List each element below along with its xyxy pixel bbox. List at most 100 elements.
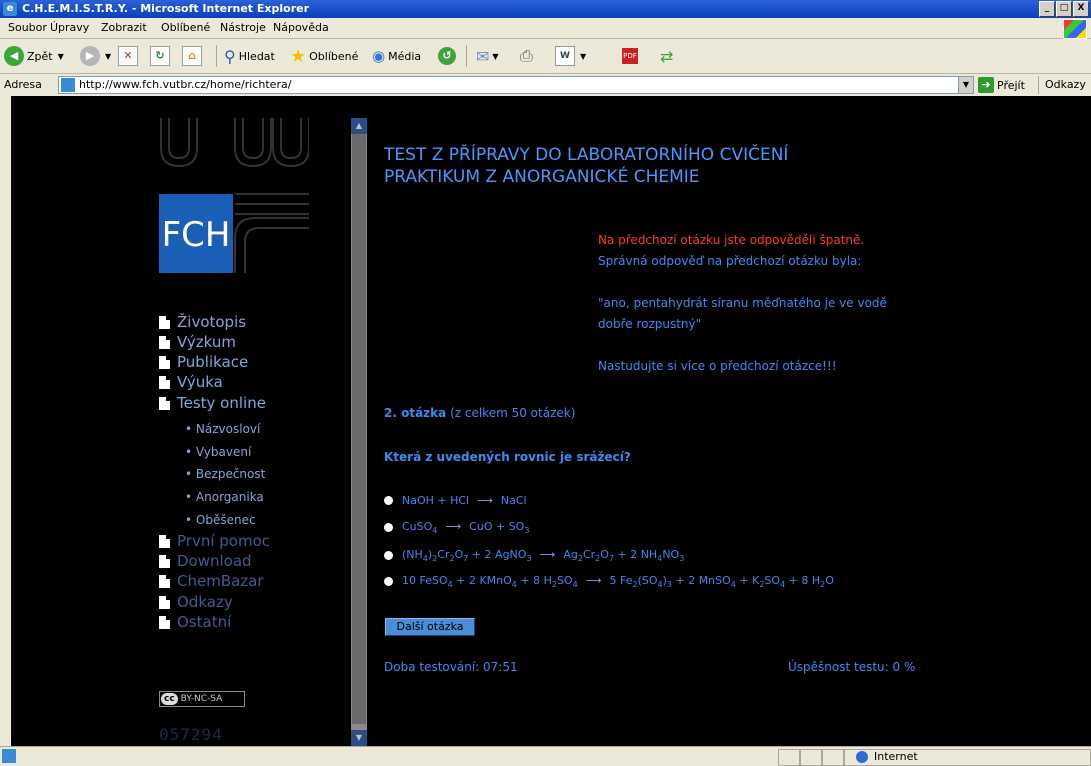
fch-logo-text: FCH [162, 215, 231, 255]
page-left-margin [0, 96, 11, 746]
answer-label: 10 FeSO4 + 2 KMnO4 + 8 H2SO4 ⟶ 5 Fe2(SO4)3… [402, 574, 834, 589]
messenger-button[interactable]: ⇄ [660, 46, 673, 66]
sidebar-subitem-obesenec[interactable]: • Oběšenec [185, 513, 256, 527]
sidebar-item-publikace[interactable]: Publikace [159, 353, 248, 371]
sidebar-item-vyzkum[interactable]: Výzkum [159, 333, 236, 351]
scroll-thumb[interactable] [352, 134, 366, 724]
answer-label: (NH4)2Cr2O7 + 2 AgNO3 ⟶ Ag2Cr2O7 + 2 NH4NO… [402, 548, 685, 563]
answer-option-3[interactable]: (NH4)2Cr2O7 + 2 AgNO3 ⟶ Ag2Cr2O7 + 2 NH4NO… [384, 548, 684, 563]
sidebar-item-prvni-pomoc[interactable]: První pomoc [159, 532, 270, 550]
back-button[interactable]: ◀ Zpět ▼ [4, 46, 64, 66]
zone-label: Internet [874, 750, 918, 763]
menu-view[interactable]: Zobrazit [101, 21, 147, 34]
address-dropdown-button[interactable]: ▼ [958, 77, 973, 93]
search-button[interactable]: ⚲ Hledat [224, 46, 275, 66]
radio-button[interactable] [384, 496, 393, 505]
sidebar-item-label: Publikace [177, 353, 249, 371]
sidebar-item-testy-online[interactable]: Testy online [159, 394, 266, 412]
sidebar: FCH Životopis Výzkum Publikace Výuka Tes… [11, 118, 351, 746]
go-button[interactable]: ➔ Přejít [978, 77, 1025, 93]
menu-tools[interactable]: Nástroje [220, 21, 266, 34]
minimize-button[interactable]: _ [1039, 1, 1055, 17]
menu-help[interactable]: Nápověda [273, 21, 329, 34]
sidebar-item-label: Odkazy [177, 593, 233, 611]
page-title-line1: TEST Z PŘÍPRAVY DO LABORATORNÍHO CVIČENÍ [384, 145, 789, 165]
radio-button[interactable] [384, 523, 393, 532]
sidebar-item-odkazy[interactable]: Odkazy [159, 593, 233, 611]
chevron-down-icon: ▼ [105, 51, 112, 61]
window-scrollbar[interactable] [1075, 118, 1091, 746]
sidebar-subitem-label: Vybavení [195, 445, 252, 459]
answer-option-4[interactable]: 10 FeSO4 + 2 KMnO4 + 8 H2SO4 ⟶ 5 Fe2(SO4)3… [384, 574, 834, 589]
pdf-icon: PDF [622, 48, 638, 64]
windows-logo-icon [1063, 19, 1087, 39]
favorites-label: Oblíbené [309, 49, 359, 63]
study-more-message: Nastudujte si více o předchozí otázce!!! [598, 359, 837, 373]
sidebar-subitem-label: Bezpečnost [195, 467, 266, 481]
address-input[interactable]: http://www.fch.vutbr.cz/home/richtera/ ▼ [58, 76, 974, 94]
pdf-button[interactable]: PDF [622, 46, 638, 66]
sidebar-subitem-anorganika[interactable]: • Anorganika [185, 490, 264, 504]
menu-edit[interactable]: Úpravy [50, 21, 89, 34]
maximize-button[interactable]: □ [1056, 1, 1072, 17]
document-icon [159, 615, 170, 629]
visit-counter: 057294 [159, 725, 223, 744]
close-button[interactable]: X [1073, 1, 1089, 17]
sidebar-item-chembazar[interactable]: ChemBazar [159, 572, 264, 590]
answer-option-1[interactable]: NaOH + HCl ⟶ NaCl [384, 494, 527, 507]
answer-label: CuSO4 ⟶ CuO + SO3 [402, 520, 530, 535]
refresh-icon: ↻ [150, 46, 170, 66]
sidebar-item-label: Testy online [177, 394, 266, 412]
media-icon: ◉ [372, 47, 386, 65]
window-controls: _ □ X [1039, 1, 1089, 17]
answer-option-2[interactable]: CuSO4 ⟶ CuO + SO3 [384, 520, 529, 535]
media-button[interactable]: ◉ Média [372, 46, 421, 66]
sidebar-item-label: Download [177, 552, 252, 570]
sidebar-item-label: ChemBazar [177, 572, 264, 590]
forward-button[interactable]: ▶ ▼ [80, 46, 111, 66]
radio-button[interactable] [384, 551, 393, 560]
menu-file[interactable]: Soubor [8, 21, 47, 34]
correct-answer-line2: dobře rozpustný" [598, 317, 702, 331]
question-number: 2. otázka (z celkem 50 otázek) [384, 406, 575, 420]
status-bar: Internet [0, 746, 1091, 766]
favorites-button[interactable]: ★ Oblíbené [290, 45, 359, 67]
feedback-block: Na předchozí otázku jste odpověděli špat… [598, 230, 887, 377]
document-icon [159, 554, 170, 568]
star-icon: ★ [290, 45, 307, 67]
go-label: Přejít [997, 78, 1025, 92]
sidebar-item-label: První pomoc [177, 532, 271, 550]
creative-commons-badge[interactable]: cc BY-NC-SA [159, 691, 245, 707]
sidebar-subitem-nazvoslovi[interactable]: • Názvosloví [185, 422, 260, 436]
ie-logo-icon: e [3, 2, 17, 16]
home-button[interactable]: ⌂ [182, 46, 202, 66]
sidebar-item-download[interactable]: Download [159, 552, 252, 570]
sidebar-item-ostatni[interactable]: Ostatní [159, 613, 231, 631]
sidebar-subitem-vybaveni[interactable]: • Vybavení [185, 445, 251, 459]
edit-button[interactable]: W ▼ [555, 46, 586, 66]
next-question-button[interactable]: Další otázka [385, 618, 475, 636]
links-button[interactable]: Odkazy [1038, 76, 1086, 94]
mail-button[interactable]: ✉ ▼ [476, 46, 499, 66]
toolbar-separator [466, 45, 467, 67]
sidebar-item-zivotopis[interactable]: Životopis [159, 313, 246, 331]
radio-button[interactable] [384, 577, 393, 586]
print-button[interactable]: ⎙ [520, 46, 533, 66]
scroll-up-button[interactable]: ▲ [351, 118, 367, 134]
page-title-line2: PRAKTIKUM Z ANORGANICKÉ CHEMIE [384, 167, 700, 187]
search-icon: ⚲ [224, 46, 236, 66]
sidebar-subitem-bezpecnost[interactable]: • Bezpečnost [185, 467, 265, 481]
menu-favorites[interactable]: Oblíbené [161, 21, 210, 34]
frame-scrollbar[interactable]: ▲ ▼ [351, 118, 367, 746]
address-bar: Adresa http://www.fch.vutbr.cz/home/rich… [0, 74, 1091, 97]
page-top-margin [0, 96, 1091, 118]
sidebar-item-vyuka[interactable]: Výuka [159, 373, 223, 391]
question-text: Která z uvedených rovnic je srážecí? [384, 450, 631, 464]
refresh-button[interactable]: ↻ [150, 46, 170, 66]
stop-button[interactable]: ✕ [118, 46, 138, 66]
page-icon [61, 78, 75, 92]
scroll-down-button[interactable]: ▼ [351, 730, 367, 746]
history-button[interactable]: ↺ [438, 46, 456, 66]
question-total: (z celkem 50 otázek) [450, 406, 576, 420]
print-icon: ⎙ [520, 46, 533, 65]
